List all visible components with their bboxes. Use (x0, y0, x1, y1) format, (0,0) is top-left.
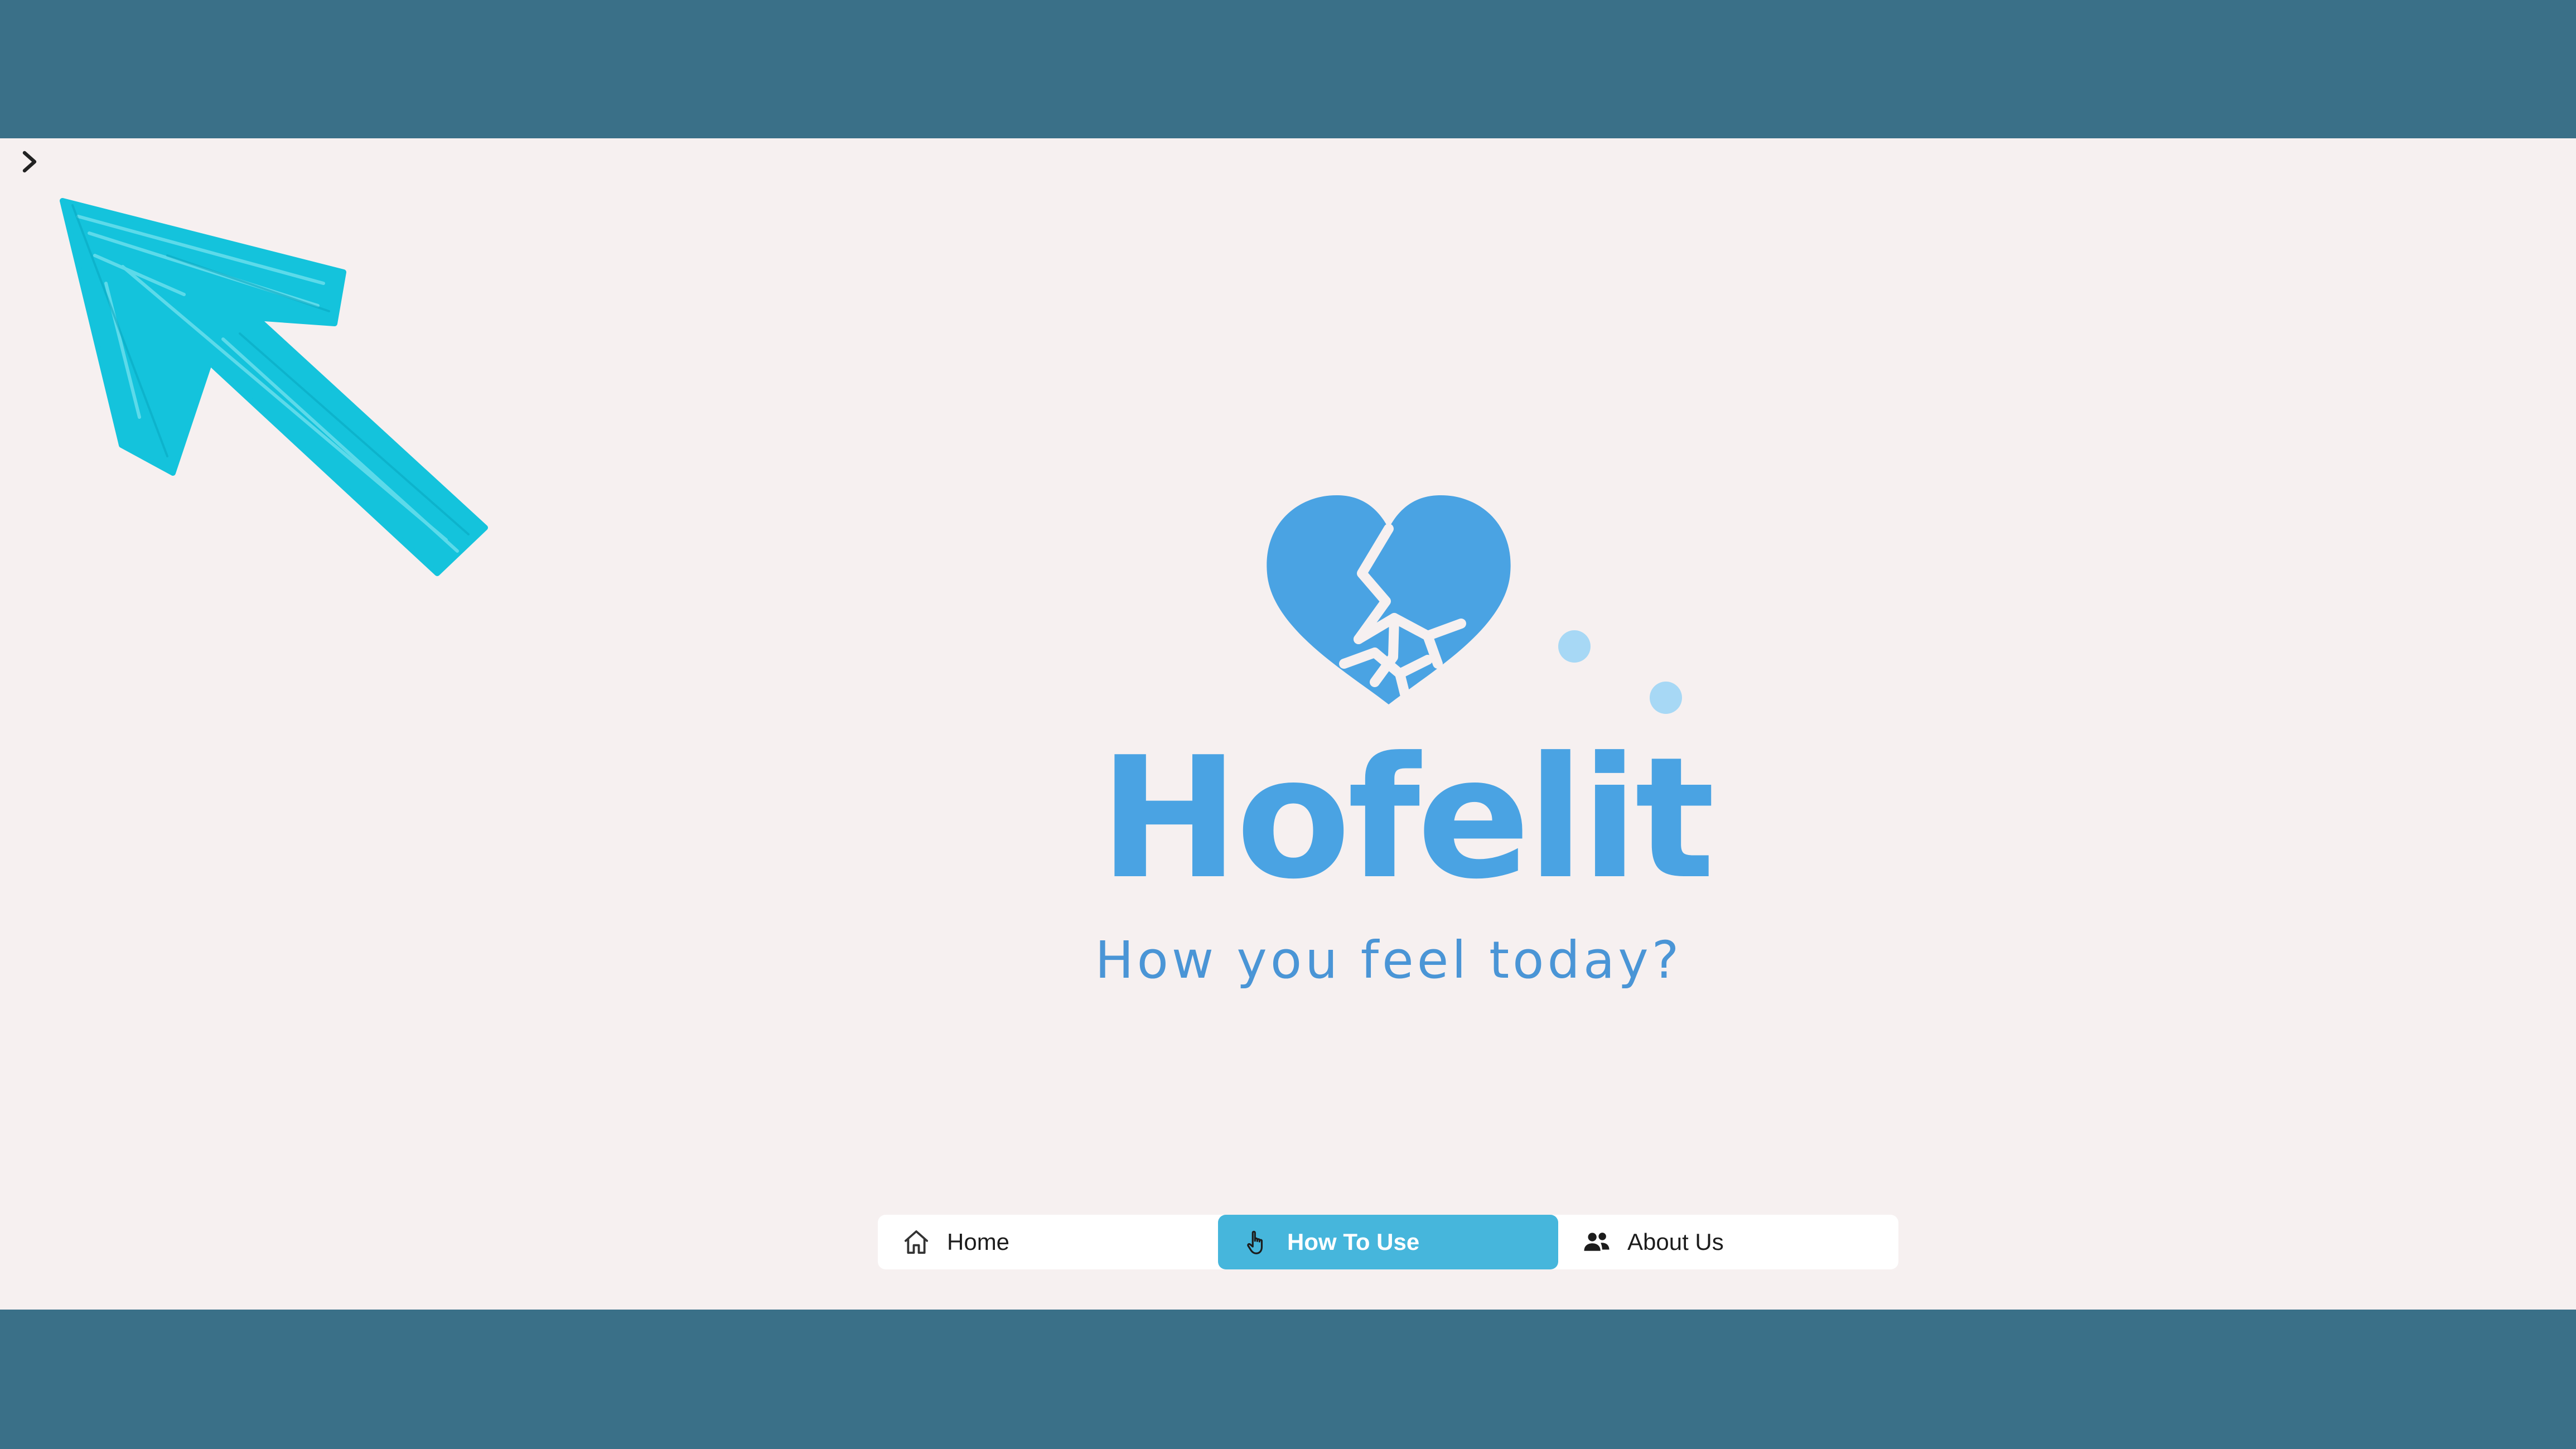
nav-item-about-us[interactable]: About Us (1558, 1215, 1898, 1269)
nav-label-how-to-use: How To Use (1287, 1229, 1420, 1255)
top-frame-band (0, 0, 2576, 138)
home-icon (901, 1227, 931, 1257)
brand-wordmark: Hofelit (1060, 735, 1751, 902)
nav-item-home[interactable]: Home (878, 1215, 1218, 1269)
bottom-nav: Home How To Use About Us (878, 1215, 1898, 1269)
brand-tagline: How you feel today? (1095, 930, 1683, 990)
hand-drawn-arrow-icon (56, 194, 502, 585)
nav-item-how-to-use[interactable]: How To Use (1218, 1215, 1558, 1269)
pointer-hand-icon (1241, 1227, 1272, 1257)
broken-heart-icon (1260, 490, 1517, 713)
bottom-frame-band (0, 1310, 2576, 1449)
nav-label-about-us: About Us (1627, 1229, 1724, 1255)
brand-accent-dot (1558, 630, 1591, 663)
app-canvas: Hofelit How you feel today? Home How To … (0, 138, 2576, 1310)
brand-name: Hofelit (1099, 721, 1715, 916)
brand-accent-dot (1650, 682, 1682, 714)
nav-label-home: Home (947, 1229, 1010, 1255)
chevron-right-icon[interactable] (19, 147, 41, 176)
users-icon (1582, 1227, 1612, 1257)
